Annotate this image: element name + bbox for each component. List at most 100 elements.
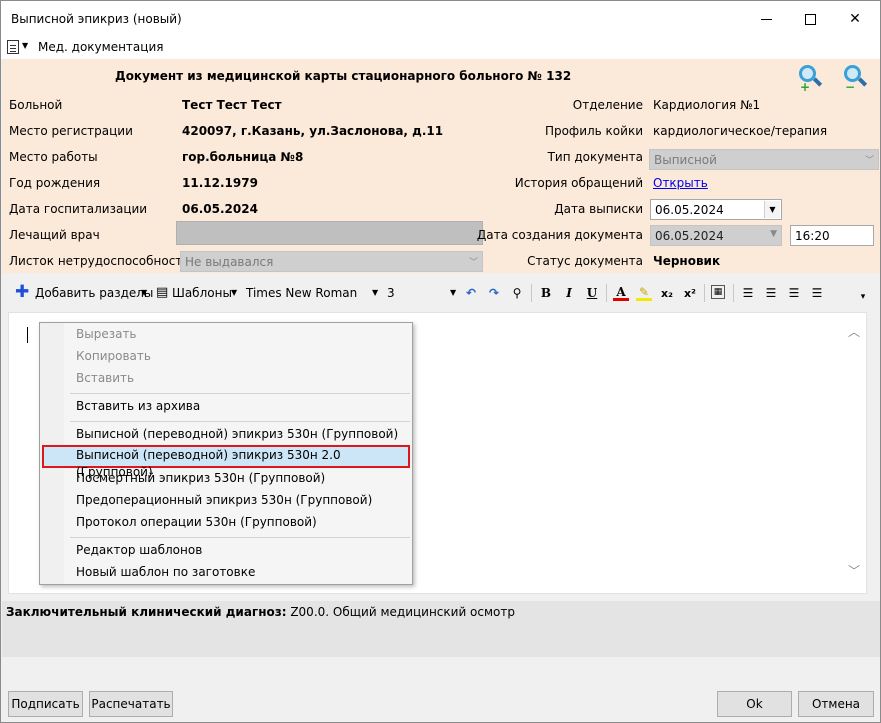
registration-label: Место регистрации (9, 124, 133, 138)
workplace-value: гор.больница №8 (182, 150, 304, 164)
maximize-button[interactable] (787, 1, 833, 37)
text-caret (27, 327, 28, 343)
templates-button[interactable]: Шаблоны (172, 286, 232, 300)
status-label: Статус документа (527, 254, 643, 268)
toolbar-separator (531, 284, 532, 302)
patient-value: Тест Тест Тест (182, 98, 282, 112)
menu-item-cut[interactable]: Вырезать (42, 324, 410, 345)
templates-icon[interactable]: ▤ (156, 285, 168, 300)
doctor-label: Лечащий врач (9, 228, 100, 242)
chevron-down-icon: ▼ (770, 229, 777, 239)
menu-item-preoperative[interactable]: Предоперационный эпикриз 530н (Групповой… (42, 490, 410, 511)
history-label: История обращений (514, 176, 643, 190)
created-date-label: Дата создания документа (476, 228, 643, 242)
superscript-button[interactable]: x² (682, 285, 698, 301)
maximize-icon (804, 13, 816, 25)
window-title: Выписной эпикриз (новый) (11, 12, 182, 26)
highlight-icon[interactable]: ✎ (636, 285, 652, 301)
menu-item-template-530[interactable]: Выписной (переводной) эпикриз 530н (Груп… (42, 424, 410, 445)
menu-item-template-editor[interactable]: Редактор шаблонов (42, 540, 410, 561)
sick-leave-select[interactable]: Не выдавался ﹀ (180, 251, 483, 272)
chevron-down-icon[interactable]: ▼ (764, 201, 780, 218)
hospitalization-date-label: Дата госпитализации (9, 202, 148, 216)
add-sections-button[interactable]: Добавить разделы (35, 286, 153, 300)
close-button[interactable]: ✕ (832, 1, 878, 37)
font-color-button[interactable]: A (613, 285, 629, 301)
discharge-date-picker[interactable]: 06.05.2024 ▼ (650, 199, 782, 220)
binoculars-icon[interactable]: ⚲ (509, 285, 525, 301)
menu-separator (70, 537, 410, 538)
birth-year-label: Год рождения (9, 176, 101, 190)
created-time-input[interactable]: 16:20 (790, 225, 874, 246)
dialog-window: Выписной эпикриз (новый) ✕ ▼ Мед. докуме… (0, 0, 881, 723)
document-type-select[interactable]: Выписной ﹀ (649, 149, 879, 170)
diagnosis-value: Z00.0. Общий медицинский осмотр (286, 605, 516, 619)
image-icon[interactable]: ▦ (711, 285, 725, 299)
sign-button[interactable]: Подписать (8, 691, 83, 717)
italic-button[interactable]: I (561, 285, 577, 301)
menu-item-template-530-v2[interactable]: Выписной (переводной) эпикриз 530н 2.0 (… (42, 445, 410, 479)
created-date-picker[interactable]: 06.05.2024 ▼ (650, 225, 782, 246)
underline-button[interactable]: U (584, 285, 600, 301)
doctor-field[interactable] (176, 221, 483, 245)
menu-item-copy[interactable]: Копировать (42, 346, 410, 367)
context-menu: Вырезать Копировать Вставить Вставить из… (39, 322, 413, 585)
plus-icon[interactable]: ✚ (15, 282, 29, 302)
chevron-down-icon[interactable]: ▼ (372, 288, 378, 297)
menu-separator (70, 393, 410, 394)
align-right-icon[interactable]: ☰ (786, 285, 802, 301)
toolbar-separator (733, 284, 734, 302)
align-left-icon[interactable]: ☰ (740, 285, 756, 301)
hospitalization-date-value: 06.05.2024 (182, 202, 258, 216)
chevron-down-icon[interactable]: ▼ (141, 288, 147, 297)
workplace-label: Место работы (9, 150, 98, 164)
scroll-down-icon[interactable]: ﹀ (848, 562, 860, 579)
editor-toolbar: ✚ Добавить разделы ▼ ▤ Шаблоны ▼ Times N… (2, 279, 880, 307)
bold-button[interactable]: B (538, 285, 554, 301)
department-label: Отделение (572, 98, 643, 112)
font-name-select[interactable]: Times New Roman (246, 286, 357, 300)
birth-year-value: 11.12.1979 (182, 176, 258, 190)
menu-bar: ▼ Мед. документация (1, 37, 880, 59)
bed-profile-label: Профиль койки (544, 124, 643, 138)
undo-icon[interactable]: ↶ (463, 285, 479, 301)
menu-med-docs[interactable]: Мед. документация (38, 40, 163, 54)
print-button[interactable]: Распечатать (89, 691, 173, 717)
diagnosis-panel: Заключительный клинический диагноз: Z00.… (2, 601, 880, 657)
title-bar: Выписной эпикриз (новый) ✕ (1, 1, 880, 37)
bed-profile-value: кардиологическое/терапия (653, 124, 828, 138)
document-heading: Документ из медицинской карты стационарн… (115, 69, 572, 83)
document-type-label: Тип документа (547, 150, 643, 164)
scroll-up-icon[interactable]: ︿ (848, 323, 860, 340)
history-open-link[interactable]: Открыть (653, 176, 708, 190)
sick-leave-label: Листок нетрудоспособности (9, 254, 191, 268)
document-icon[interactable] (7, 40, 19, 54)
toolbar-separator (704, 284, 705, 302)
ok-button[interactable]: Ok (717, 691, 792, 717)
menu-item-paste[interactable]: Вставить (42, 368, 410, 389)
menu-separator (70, 421, 410, 422)
overflow-chevron-icon[interactable]: ▾ (855, 289, 871, 305)
chevron-down-icon[interactable]: ▼ (22, 41, 28, 50)
minimize-button[interactable] (743, 1, 789, 37)
zoom-out-icon[interactable]: − (841, 63, 869, 94)
menu-item-operation-protocol[interactable]: Протокол операции 530н (Групповой) (42, 512, 410, 533)
cancel-button[interactable]: Отмена (798, 691, 874, 717)
diagnosis-text: Заключительный клинический диагноз: Z00.… (6, 605, 515, 619)
patient-label: Больной (9, 98, 63, 112)
chevron-down-icon[interactable]: ▼ (231, 288, 237, 297)
zoom-in-icon[interactable]: + (796, 63, 824, 94)
registration-value: 420097, г.Казань, ул.Заслонова, д.11 (182, 124, 444, 138)
align-center-icon[interactable]: ☰ (763, 285, 779, 301)
menu-item-paste-archive[interactable]: Вставить из архива (42, 396, 410, 417)
font-size-select[interactable]: 3 (387, 286, 395, 300)
align-justify-icon[interactable]: ☰ (809, 285, 825, 301)
status-value: Черновик (653, 254, 721, 268)
subscript-button[interactable]: x₂ (659, 285, 675, 301)
department-value: Кардиология №1 (653, 98, 761, 112)
redo-icon[interactable]: ↷ (486, 285, 502, 301)
chevron-down-icon[interactable]: ▼ (450, 288, 456, 297)
toolbar-separator (606, 284, 607, 302)
menu-item-posthumous[interactable]: Посмертный эпикриз 530н (Групповой) (42, 468, 410, 489)
menu-item-new-template[interactable]: Новый шаблон по заготовке (42, 562, 410, 583)
